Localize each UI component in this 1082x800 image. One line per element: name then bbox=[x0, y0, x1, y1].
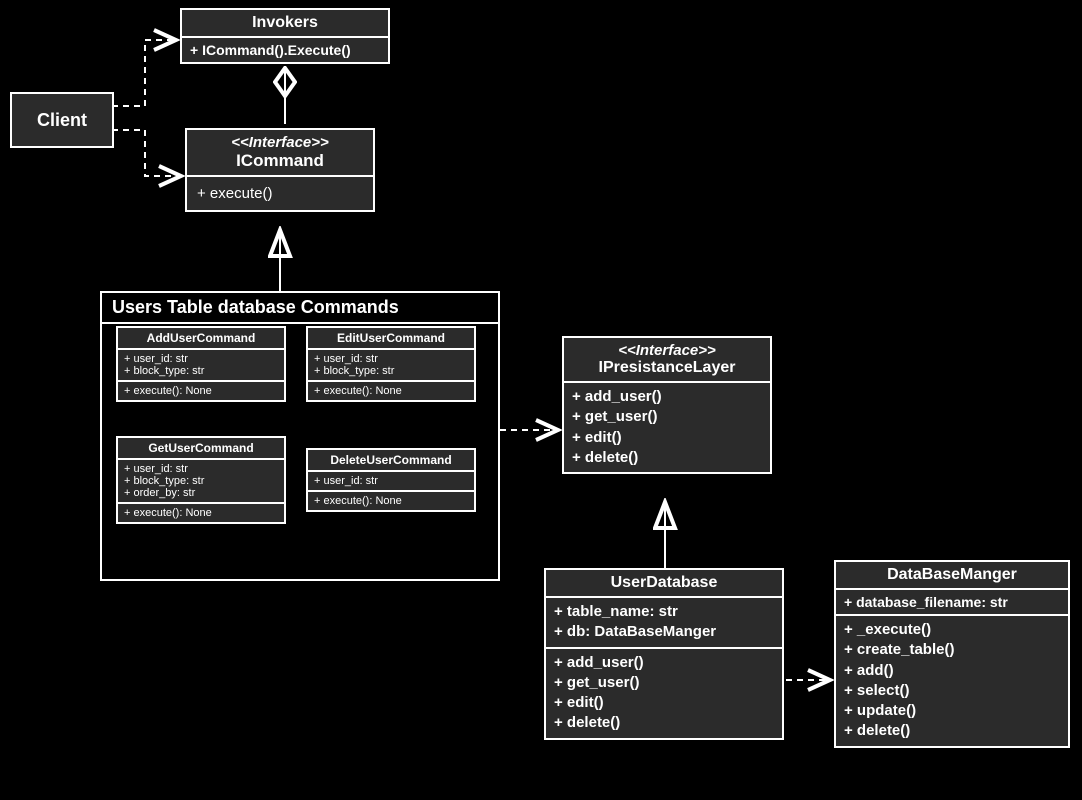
deleteuser-title: DeleteUserCommand bbox=[308, 450, 474, 472]
ipresistance-stereo: <<Interface>> bbox=[564, 338, 770, 359]
dbmanager-methods: + _execute() + create_table() + add() + … bbox=[836, 616, 1068, 746]
deleteuser-attrs: + user_id: str bbox=[308, 472, 474, 492]
ipresistance-methods: + add_user() + get_user() + edit() + del… bbox=[564, 383, 770, 472]
ipresistance-box: <<Interface>> IPresistanceLayer + add_us… bbox=[562, 336, 772, 474]
getuser-title: GetUserCommand bbox=[118, 438, 284, 460]
edituser-attrs: + user_id: str + block_type: str bbox=[308, 350, 474, 382]
ipresistance-name: IPresistanceLayer bbox=[564, 359, 770, 381]
adduser-method: + execute(): None bbox=[118, 382, 284, 400]
icommand-method: + execute() bbox=[187, 177, 373, 210]
dbmanager-title: DataBaseManger bbox=[836, 562, 1068, 590]
icommand-stereo: <<Interface>> bbox=[187, 130, 373, 151]
package-title: Users Table database Commands bbox=[102, 293, 498, 324]
getuser-box: GetUserCommand + user_id: str + block_ty… bbox=[116, 436, 286, 524]
invokers-method: + ICommand().Execute() bbox=[182, 38, 388, 62]
userdb-methods: + add_user() + get_user() + edit() + del… bbox=[546, 649, 782, 738]
adduser-attrs: + user_id: str + block_type: str bbox=[118, 350, 284, 382]
icommand-name: ICommand bbox=[187, 151, 373, 175]
userdb-title: UserDatabase bbox=[546, 570, 782, 598]
deleteuser-box: DeleteUserCommand + user_id: str + execu… bbox=[306, 448, 476, 512]
icommand-box: <<Interface>> ICommand + execute() bbox=[185, 128, 375, 212]
edituser-title: EditUserCommand bbox=[308, 328, 474, 350]
edituser-box: EditUserCommand + user_id: str + block_t… bbox=[306, 326, 476, 402]
dbmanager-box: DataBaseManger + database_filename: str … bbox=[834, 560, 1070, 748]
userdb-box: UserDatabase + table_name: str + db: Dat… bbox=[544, 568, 784, 740]
invokers-box: Invokers + ICommand().Execute() bbox=[180, 8, 390, 64]
adduser-title: AddUserCommand bbox=[118, 328, 284, 350]
adduser-box: AddUserCommand + user_id: str + block_ty… bbox=[116, 326, 286, 402]
getuser-attrs: + user_id: str + block_type: str + order… bbox=[118, 460, 284, 504]
userdb-attrs: + table_name: str + db: DataBaseManger bbox=[546, 598, 782, 649]
invokers-title: Invokers bbox=[182, 10, 388, 38]
edituser-method: + execute(): None bbox=[308, 382, 474, 400]
deleteuser-method: + execute(): None bbox=[308, 492, 474, 510]
getuser-method: + execute(): None bbox=[118, 504, 284, 522]
dbmanager-attrs: + database_filename: str bbox=[836, 590, 1068, 616]
client-box: Client bbox=[10, 92, 114, 148]
client-label: Client bbox=[37, 110, 87, 131]
